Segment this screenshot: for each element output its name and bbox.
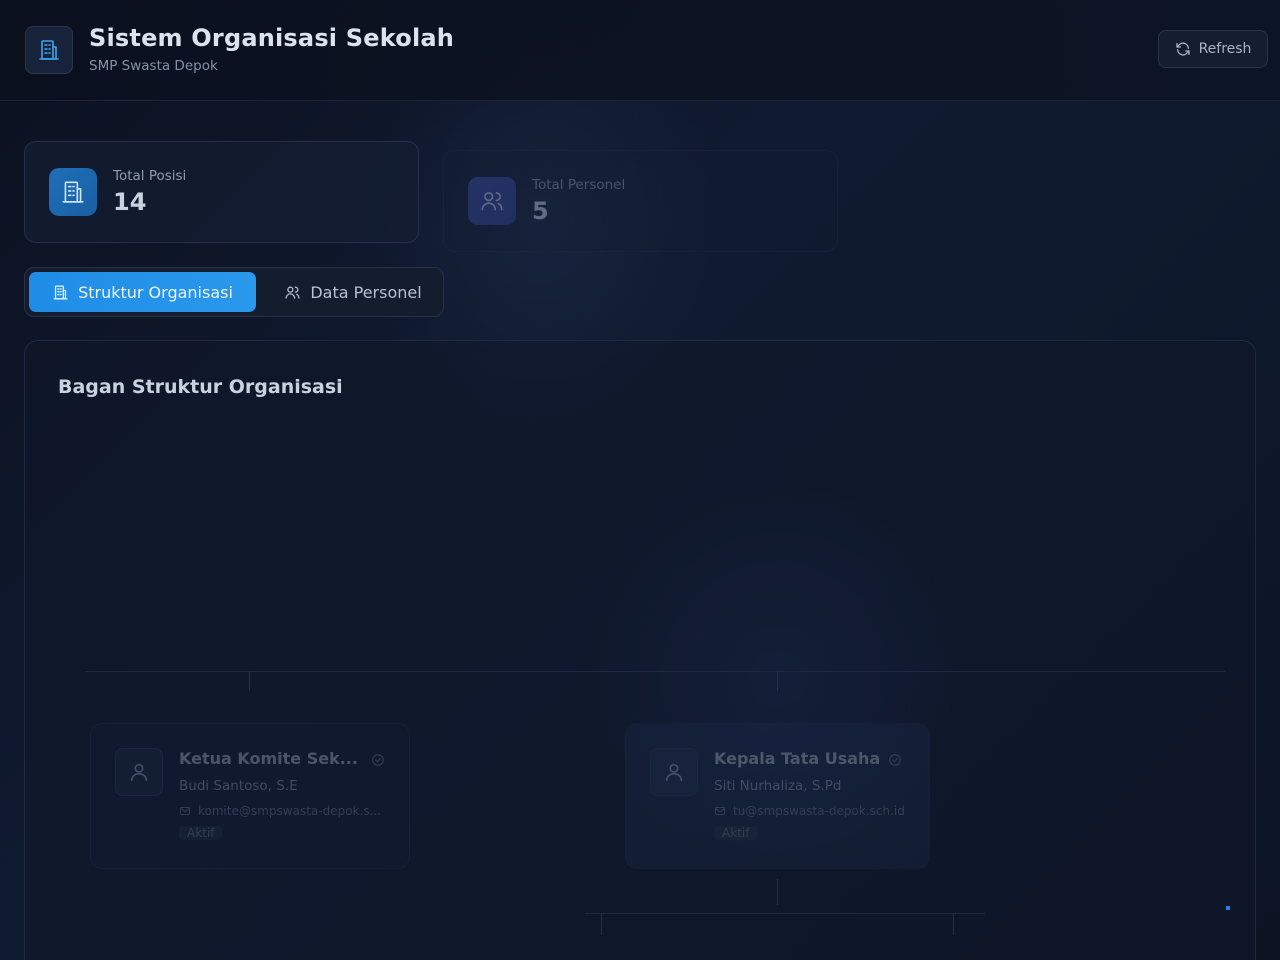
app-header: Sistem Organisasi Sekolah SMP Swasta Dep… <box>0 0 1280 101</box>
user-icon <box>665 763 683 782</box>
org-chart-panel: Bagan Struktur Organisasi Ketua Komite S… <box>24 340 1256 960</box>
node-title: Ketua Komite Sek... <box>179 749 358 768</box>
tab-label: Struktur Organisasi <box>78 282 233 302</box>
node-person: Siti Nurhaliza, S.Pd <box>714 778 842 794</box>
connector-line <box>777 671 778 691</box>
refresh-button[interactable]: Refresh <box>1158 30 1268 68</box>
node-email: tu@smpswasta-depok.sch.id <box>714 804 905 818</box>
users-icon <box>285 286 300 299</box>
user-icon <box>130 763 148 782</box>
building-icon <box>62 181 84 203</box>
tab-struktur-organisasi[interactable]: Struktur Organisasi <box>29 272 256 312</box>
avatar <box>650 748 698 796</box>
view-tabs: Struktur Organisasi Data Personel <box>24 267 444 317</box>
stat-label: Total Personel <box>532 177 626 193</box>
stat-icon-box <box>468 177 516 225</box>
connector-line <box>953 913 954 935</box>
refresh-icon <box>1175 42 1190 56</box>
building-icon <box>53 284 68 300</box>
tab-label: Data Personel <box>310 282 422 302</box>
node-person: Budi Santoso, S.E <box>179 778 298 794</box>
app-subtitle: SMP Swasta Depok <box>89 58 218 74</box>
connector-line <box>601 913 602 935</box>
loading-indicator <box>1226 906 1230 910</box>
app-logo <box>25 26 73 74</box>
email-text: tu@smpswasta-depok.sch.id <box>733 804 905 818</box>
app-title: Sistem Organisasi Sekolah <box>89 24 455 52</box>
stat-value: 5 <box>532 197 549 225</box>
stat-card-total-personel: Total Personel 5 <box>443 150 838 252</box>
check-circle-icon <box>372 754 384 766</box>
stat-label: Total Posisi <box>113 168 187 184</box>
email-text: komite@smpswasta-depok.s... <box>198 804 382 818</box>
tab-data-personel[interactable]: Data Personel <box>265 272 441 312</box>
mail-icon <box>715 807 725 815</box>
connector-line <box>249 671 250 691</box>
avatar <box>115 748 163 796</box>
status-badge: Aktif <box>179 826 223 840</box>
check-circle-icon <box>889 754 901 766</box>
status-badge: Aktif <box>714 826 758 840</box>
building-icon <box>39 40 59 60</box>
users-icon <box>481 192 503 211</box>
org-node-card[interactable]: Kepala Tata Usaha Siti Nurhaliza, S.Pd t… <box>625 723 930 869</box>
connector-line <box>85 671 1225 672</box>
stat-card-total-posisi: Total Posisi 14 <box>24 141 419 243</box>
refresh-label: Refresh <box>1198 41 1252 57</box>
connector-line <box>585 913 985 914</box>
org-node-card[interactable]: Ketua Komite Sek... Budi Santoso, S.E ko… <box>90 723 410 869</box>
node-title: Kepala Tata Usaha <box>714 749 881 768</box>
panel-title: Bagan Struktur Organisasi <box>58 376 343 398</box>
stat-value: 14 <box>113 188 147 216</box>
stat-icon-box <box>49 168 97 216</box>
node-email: komite@smpswasta-depok.s... <box>179 804 389 818</box>
connector-line <box>777 879 778 905</box>
mail-icon <box>180 807 190 815</box>
